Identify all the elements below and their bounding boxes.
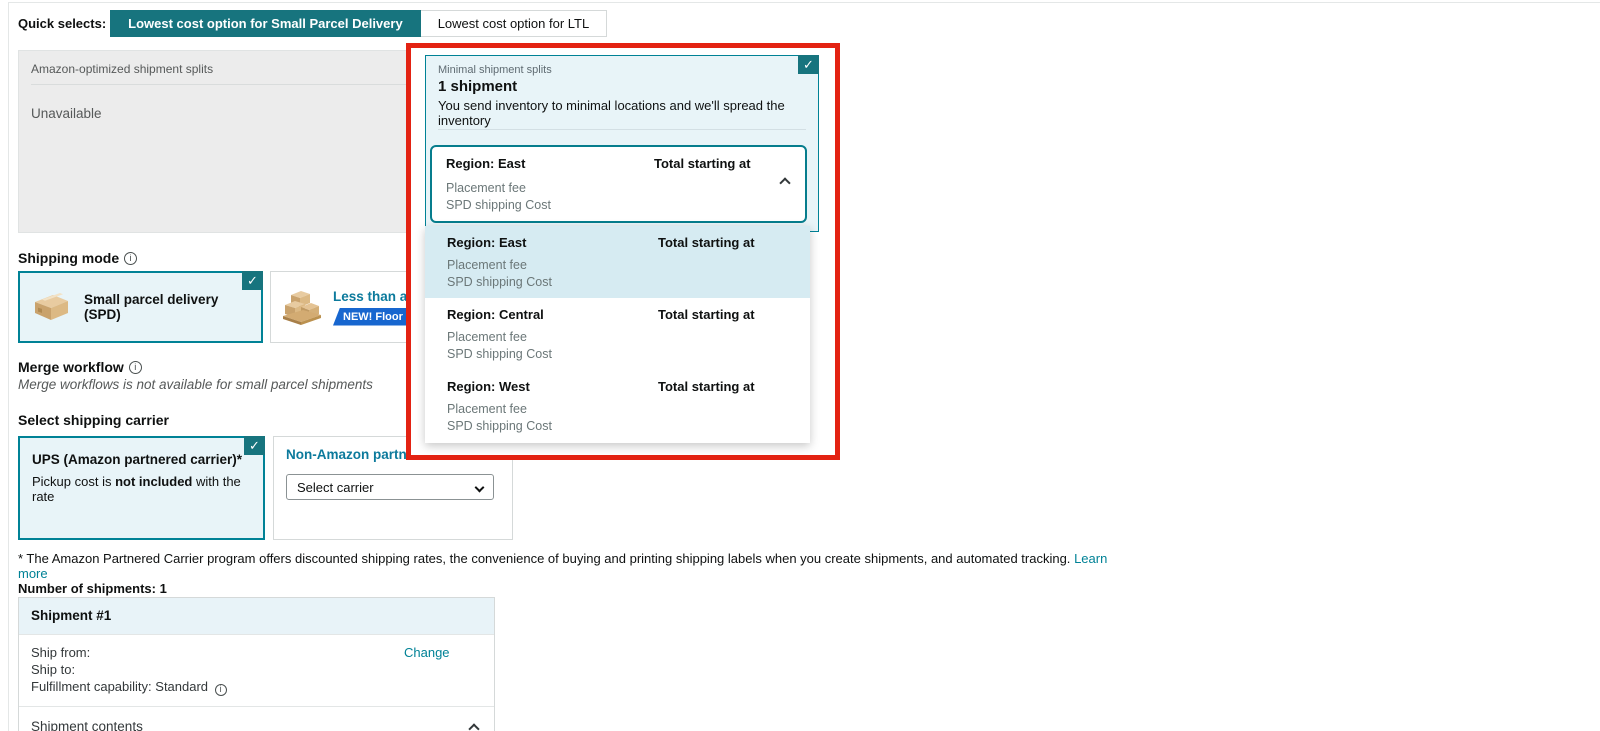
change-address-link[interactable]: Change: [404, 645, 450, 660]
checkbox-checked-icon[interactable]: ✓: [242, 271, 263, 290]
shipping-mode-spd-card[interactable]: ✓ Small parcel delivery (SPD): [18, 271, 263, 343]
minimal-splits-title: 1 shipment: [426, 76, 818, 95]
partnered-carrier-footnote: * The Amazon Partnered Carrier program o…: [18, 551, 1118, 581]
quick-selects-row: Quick selects: Lowest cost option for Sm…: [18, 10, 607, 37]
number-of-shipments-label: Number of shipments: 1: [18, 581, 167, 596]
carrier-select-value: Select carrier: [297, 480, 374, 495]
minimal-splits-popup: ✓ Minimal shipment splits 1 shipment You…: [406, 43, 840, 460]
quick-select-ltl-button[interactable]: Lowest cost option for LTL: [421, 10, 608, 37]
total-starting-at-label: Total starting at: [654, 156, 751, 171]
region-option-central[interactable]: Region: Central Total starting at Placem…: [425, 298, 810, 370]
region-option-east[interactable]: Region: East Total starting at Placement…: [425, 226, 810, 298]
chevron-down-icon: [475, 482, 485, 492]
merge-workflow-label: Merge workflow i: [18, 359, 142, 375]
shipment-1-addresses: Ship from: Ship to: Fulfillment capabili…: [19, 634, 494, 706]
ship-to-label: Ship to:: [31, 661, 482, 678]
region-dropdown-menu: Region: East Total starting at Placement…: [425, 226, 810, 443]
checkbox-checked-icon[interactable]: ✓: [798, 55, 819, 74]
shipping-mode-info-icon[interactable]: i: [124, 252, 137, 265]
region-selector-collapsed[interactable]: Region: East Total starting at Placement…: [430, 145, 807, 223]
quick-select-spd-button[interactable]: Lowest cost option for Small Parcel Deli…: [110, 10, 421, 37]
shipment-1-card: Shipment #1 Ship from: Ship to: Fulfillm…: [18, 597, 495, 731]
minimal-splits-description: You send inventory to minimal locations …: [426, 95, 818, 128]
shipment-1-header: Shipment #1: [19, 598, 494, 634]
spd-shipping-cost-label: SPD shipping Cost: [446, 197, 791, 214]
fulfillment-info-icon[interactable]: i: [215, 684, 227, 696]
spd-card-title: Small parcel delivery (SPD): [84, 292, 251, 322]
minimal-splits-header: Minimal shipment splits: [426, 56, 818, 76]
placement-fee-label: Placement fee: [446, 180, 791, 197]
select-carrier-label: Select shipping carrier: [18, 412, 169, 428]
shipment-contents-toggle[interactable]: Shipment contents: [19, 706, 494, 731]
pallet-icon: [279, 285, 323, 329]
quick-selects-label: Quick selects:: [18, 16, 106, 31]
selected-region-label: Region: East: [446, 156, 525, 171]
carrier-select-dropdown[interactable]: Select carrier: [286, 474, 494, 500]
merge-workflow-info-icon[interactable]: i: [129, 361, 142, 374]
fulfillment-capability-label: Fulfillment capability: Standard i: [31, 678, 482, 696]
chevron-up-icon: [468, 723, 479, 731]
merge-workflow-note: Merge workflows is not available for sma…: [18, 377, 373, 392]
page-top-divider: [8, 2, 1600, 3]
shipping-mode-label: Shipping mode i: [18, 250, 137, 266]
region-option-west[interactable]: Region: West Total starting at Placement…: [425, 370, 810, 442]
page-left-divider: [8, 2, 9, 731]
shipment-contents-label: Shipment contents: [31, 719, 143, 731]
checkbox-checked-icon[interactable]: ✓: [244, 436, 265, 455]
ups-carrier-card[interactable]: ✓ UPS (Amazon partnered carrier)* Pickup…: [18, 436, 265, 540]
ups-carrier-title: UPS (Amazon partnered carrier)*: [32, 452, 251, 467]
parcel-box-icon: [30, 291, 72, 323]
send-to-amazon-page: Quick selects: Lowest cost option for Sm…: [0, 0, 1600, 731]
ups-carrier-desc: Pickup cost is not included with the rat…: [32, 474, 251, 504]
minimal-splits-divider: [438, 129, 806, 130]
